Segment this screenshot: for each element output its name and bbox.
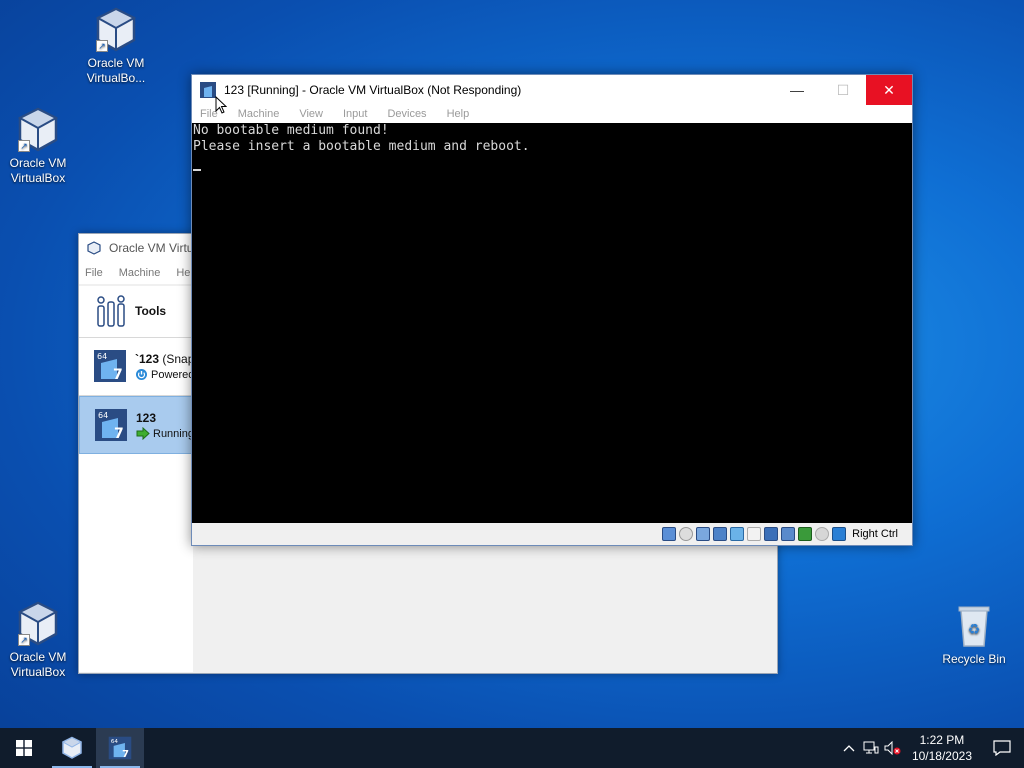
desktop-icon-virtualbox-2[interactable]: ↗ Oracle VM VirtualBox	[0, 106, 76, 186]
taskbar: 64 7 1:22 PM 10/18/2023	[0, 728, 1024, 768]
console-line: No bootable medium found!	[193, 123, 389, 138]
vm-name: 123	[136, 411, 157, 425]
desktop-icon-virtualbox-1[interactable]: ↗ Oracle VM VirtualBo...	[78, 6, 154, 86]
virtualbox-cube-icon	[61, 736, 83, 759]
hard-disk-icon[interactable]	[662, 527, 677, 541]
vm-menu-help[interactable]: Help	[447, 108, 470, 120]
close-button[interactable]: ✕	[866, 75, 912, 105]
virtualbox-cube-icon: ↗	[16, 106, 60, 154]
manager-title: Oracle VM Virtu	[109, 241, 194, 255]
vm-state: Powered	[151, 368, 195, 381]
vm-menu-machine[interactable]: Machine	[238, 108, 280, 120]
cpu-icon[interactable]	[798, 527, 813, 541]
power-off-icon	[136, 369, 147, 380]
recycle-bin-icon: ♻	[952, 602, 996, 650]
mouse-integration-icon[interactable]	[815, 527, 830, 541]
network-icon[interactable]	[860, 728, 882, 768]
clock-time: 1:22 PM	[919, 733, 965, 747]
tools-icon	[97, 295, 125, 327]
taskbar-vm-123[interactable]: 64 7	[96, 728, 144, 768]
taskbar-clock[interactable]: 1:22 PM 10/18/2023	[904, 732, 980, 764]
vm-item-snapshot[interactable]: 64 7 `123 (Snap Powered	[79, 338, 195, 396]
svg-text:64: 64	[98, 411, 108, 420]
system-tray: 1:22 PM 10/18/2023	[838, 728, 1024, 768]
vm-titlebar[interactable]: 123 [Running] - Oracle VM VirtualBox (No…	[192, 75, 912, 105]
usb-icon[interactable]	[730, 527, 745, 541]
desktop-icon-label: Recycle Bin	[942, 652, 1006, 666]
maximize-button[interactable]: ☐	[820, 75, 866, 105]
windows-logo-icon	[16, 740, 32, 756]
vm-menu-devices[interactable]: Devices	[387, 108, 426, 120]
notification-icon	[993, 740, 1011, 756]
audio-icon[interactable]	[696, 527, 711, 541]
desktop-icon-label: Oracle VM VirtualBox	[9, 650, 67, 679]
host-key-label: Right Ctrl	[852, 528, 898, 540]
volume-muted-icon[interactable]	[882, 728, 904, 768]
tools-label: Tools	[135, 304, 167, 318]
virtualbox-cube-icon: ↗	[16, 600, 60, 648]
svg-text:7: 7	[113, 367, 123, 383]
vm-list: Tools 64 7 `123 (Snap Powered 64 7 123 R…	[79, 286, 195, 672]
mouse-pointer-icon	[215, 96, 227, 114]
desktop-icon-virtualbox-3[interactable]: ↗ Oracle VM VirtualBox	[0, 600, 76, 680]
svg-text:64: 64	[111, 739, 119, 745]
desktop-icon-label: Oracle VM VirtualBox	[9, 156, 67, 185]
shared-folder-icon[interactable]	[747, 527, 762, 541]
console-line: Please insert a bootable medium and rebo…	[193, 139, 530, 154]
vm-name: `123	[135, 352, 160, 366]
windows7-64-icon	[200, 82, 216, 98]
vm-item-123[interactable]: 64 7 123 Running	[79, 396, 194, 454]
svg-text:7: 7	[114, 426, 124, 442]
windows7-64-icon: 64 7	[95, 409, 127, 442]
vm-state: Running	[153, 427, 194, 440]
windows7-64-icon: 647	[108, 736, 132, 760]
svg-text:♻: ♻	[968, 622, 981, 638]
vm-name-suffix: (Snap	[159, 352, 195, 366]
vm-menu-view[interactable]: View	[299, 108, 323, 120]
tools-item[interactable]: Tools	[79, 286, 193, 338]
start-button[interactable]	[0, 728, 48, 768]
recording-icon[interactable]	[781, 527, 796, 541]
taskbar-virtualbox-manager[interactable]	[48, 728, 96, 768]
vm-menu-input[interactable]: Input	[343, 108, 367, 120]
text-cursor	[193, 169, 201, 171]
virtualbox-cube-icon	[87, 241, 101, 255]
tray-chevron-up-icon[interactable]	[838, 728, 860, 768]
vm-menubar: File Machine View Input Devices Help	[192, 105, 912, 123]
vm-window-title: 123 [Running] - Oracle VM VirtualBox (No…	[224, 83, 522, 97]
vm-console-screen[interactable]: No bootable medium found! Please insert a…	[192, 123, 912, 523]
desktop-icon-recycle-bin[interactable]: ♻ Recycle Bin	[936, 602, 1012, 667]
desktop-icon-label: Oracle VM VirtualBo...	[86, 56, 146, 85]
shortcut-arrow-icon: ↗	[18, 634, 30, 646]
manager-menu-machine[interactable]: Machine	[119, 267, 161, 279]
manager-menu-file[interactable]: File	[85, 267, 103, 279]
clock-date: 10/18/2023	[911, 749, 972, 763]
notification-center-button[interactable]	[980, 728, 1024, 768]
running-arrow-icon	[136, 427, 150, 440]
svg-text:7: 7	[122, 749, 129, 760]
windows7-64-icon: 64 7	[94, 350, 126, 383]
virtualbox-cube-icon: ↗	[94, 6, 138, 54]
keyboard-capture-icon[interactable]	[832, 527, 847, 541]
display-icon[interactable]	[764, 527, 779, 541]
vm-statusbar: Right Ctrl	[192, 523, 912, 545]
optical-drive-icon[interactable]	[679, 527, 694, 541]
svg-text:64: 64	[97, 352, 107, 361]
vm-window[interactable]: 123 [Running] - Oracle VM VirtualBox (No…	[191, 74, 913, 546]
minimize-button[interactable]: —	[774, 75, 820, 105]
shortcut-arrow-icon: ↗	[96, 40, 108, 52]
network-icon[interactable]	[713, 527, 728, 541]
shortcut-arrow-icon: ↗	[18, 140, 30, 152]
